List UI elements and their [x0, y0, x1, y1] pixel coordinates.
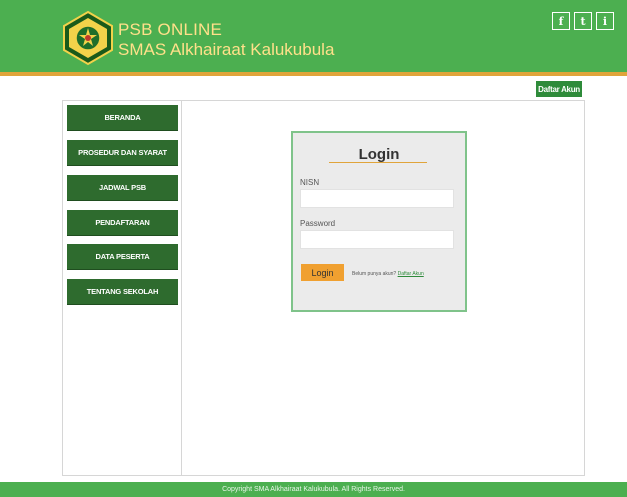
nisn-field[interactable] — [300, 189, 454, 208]
password-field[interactable] — [300, 230, 454, 249]
school-name: SMAS Alkhairaat Kalukubula — [118, 40, 335, 59]
register-account-button[interactable]: Daftar Akun — [536, 81, 582, 97]
nav-beranda[interactable]: BERANDA — [67, 105, 178, 131]
nav-pendaftaran[interactable]: PENDAFTARAN — [67, 210, 178, 236]
nav-tentang-sekolah[interactable]: TENTANG SEKOLAH — [67, 279, 178, 305]
login-title: Login — [358, 146, 400, 163]
register-link[interactable]: Daftar Akun — [398, 271, 424, 277]
site-header: PSB ONLINE SMAS Alkhairaat Kalukubula f … — [0, 0, 627, 76]
nav-data-peserta[interactable]: DATA PESERTA — [67, 244, 178, 270]
facebook-icon[interactable]: f — [552, 12, 570, 30]
password-label: Password — [300, 219, 336, 228]
twitter-icon[interactable]: t — [574, 12, 592, 30]
login-title-underline — [329, 162, 427, 163]
site-title: PSB ONLINE — [118, 20, 223, 39]
instagram-icon[interactable]: i — [596, 12, 614, 30]
login-button[interactable]: Login — [301, 264, 344, 281]
login-panel: Login NISN Password Login Belum punya ak… — [291, 131, 467, 312]
site-footer: Copyright SMA Alkhairaat Kalukubula. All… — [0, 482, 627, 497]
nisn-label: NISN — [300, 178, 320, 187]
no-account-label: Belum punya akun? — [352, 271, 397, 277]
nav-prosedur-dan-syarat[interactable]: PROSEDUR DAN SYARAT — [67, 140, 178, 166]
school-logo-icon — [63, 10, 113, 66]
no-account-text: Belum punya akun? Daftar Akun — [352, 271, 424, 277]
nav-jadwal-psb[interactable]: JADWAL PSB — [67, 175, 178, 201]
social-links: f t i — [552, 12, 614, 30]
